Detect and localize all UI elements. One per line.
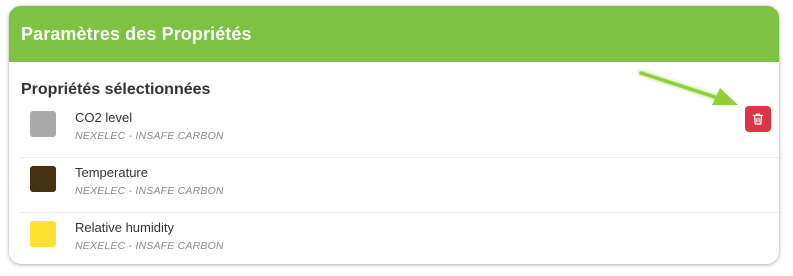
property-name: Relative humidity [75, 220, 174, 235]
delete-property-button[interactable] [745, 106, 771, 132]
trash-icon [752, 113, 764, 125]
property-row-humidity[interactable]: Relative humidity NEXELEC - INSAFE CARBO… [20, 214, 779, 264]
panel-title: Paramètres des Propriétés [21, 23, 252, 44]
property-device: NEXELEC - INSAFE CARBON [75, 130, 224, 142]
color-swatch[interactable] [30, 111, 56, 137]
panel-header: Paramètres des Propriétés [9, 6, 779, 62]
property-row-temperature[interactable]: Temperature NEXELEC - INSAFE CARBON [20, 159, 779, 213]
properties-settings-panel: Paramètres des Propriétés Propriétés sél… [9, 6, 779, 264]
color-swatch[interactable] [30, 221, 56, 247]
color-swatch[interactable] [30, 166, 56, 192]
property-device: NEXELEC - INSAFE CARBON [75, 240, 224, 252]
property-device: NEXELEC - INSAFE CARBON [75, 185, 224, 197]
property-row-co2[interactable]: CO2 level NEXELEC - INSAFE CARBON [20, 104, 779, 158]
property-name: CO2 level [75, 110, 133, 125]
property-name: Temperature [75, 165, 148, 180]
selected-properties-heading: Propriétés sélectionnées [21, 81, 211, 98]
